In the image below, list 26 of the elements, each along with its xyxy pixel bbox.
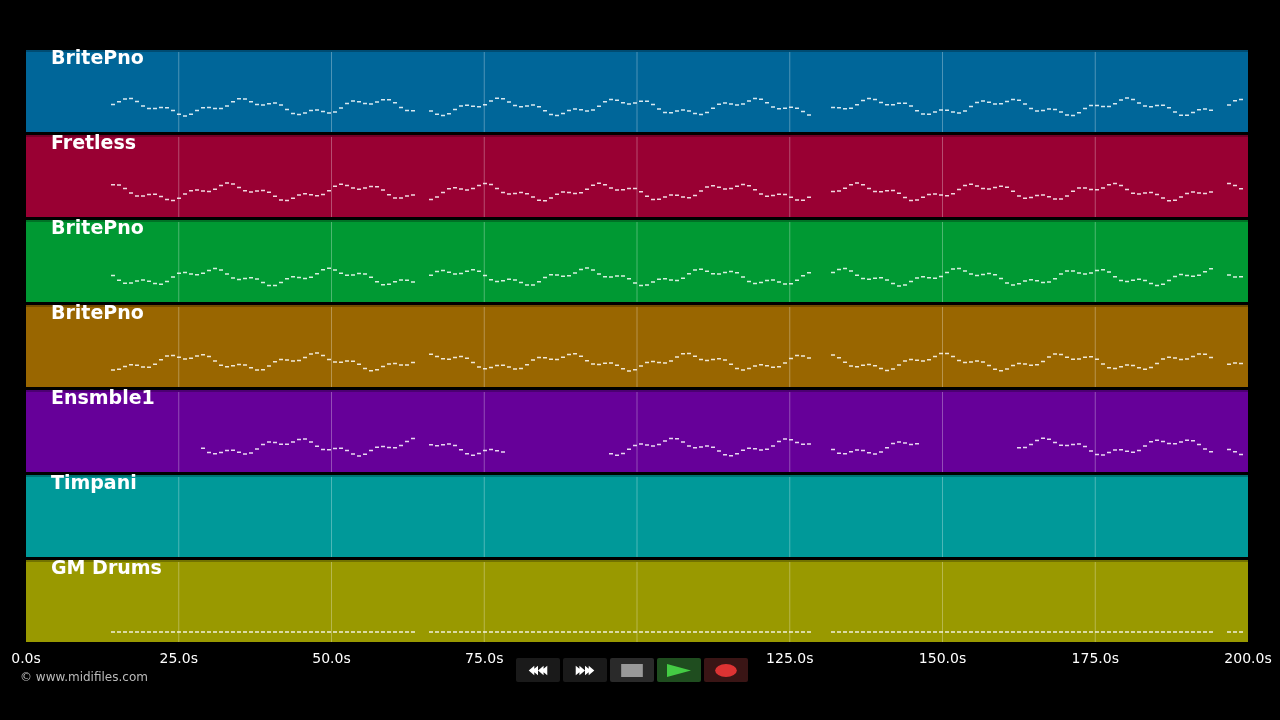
time-label: 150.0s	[918, 650, 967, 666]
time-label: 75.0s	[465, 650, 504, 666]
time-label: 125.0s	[766, 650, 814, 666]
time-label: 50.0s	[312, 650, 351, 666]
play-button[interactable]	[657, 658, 701, 682]
time-label: 200.0s	[1224, 650, 1272, 666]
time-label: 25.0s	[159, 650, 198, 666]
circle-icon	[714, 663, 738, 677]
double-arrow-left-icon	[526, 663, 550, 677]
track-name: BritePno	[51, 46, 144, 68]
square-icon	[620, 663, 644, 677]
track-name: Fretless	[51, 131, 137, 153]
track-name: BritePno	[51, 301, 144, 323]
record-button[interactable]	[704, 658, 748, 682]
track-name: GM Drums	[51, 556, 162, 578]
copyright-text: © www.midifiles.com	[20, 670, 148, 684]
fast-forward-button[interactable]	[563, 658, 607, 682]
track-name: Ensmble1	[51, 386, 155, 408]
track-name: Timpani	[51, 471, 137, 493]
time-label: 175.0s	[1071, 650, 1119, 666]
track-name: BritePno	[51, 216, 144, 238]
triangle-icon	[667, 663, 691, 677]
time-label: 0.0s	[11, 650, 41, 666]
double-arrow-right-icon	[573, 663, 597, 677]
stop-button[interactable]	[610, 658, 654, 682]
rewind-button[interactable]	[516, 658, 560, 682]
